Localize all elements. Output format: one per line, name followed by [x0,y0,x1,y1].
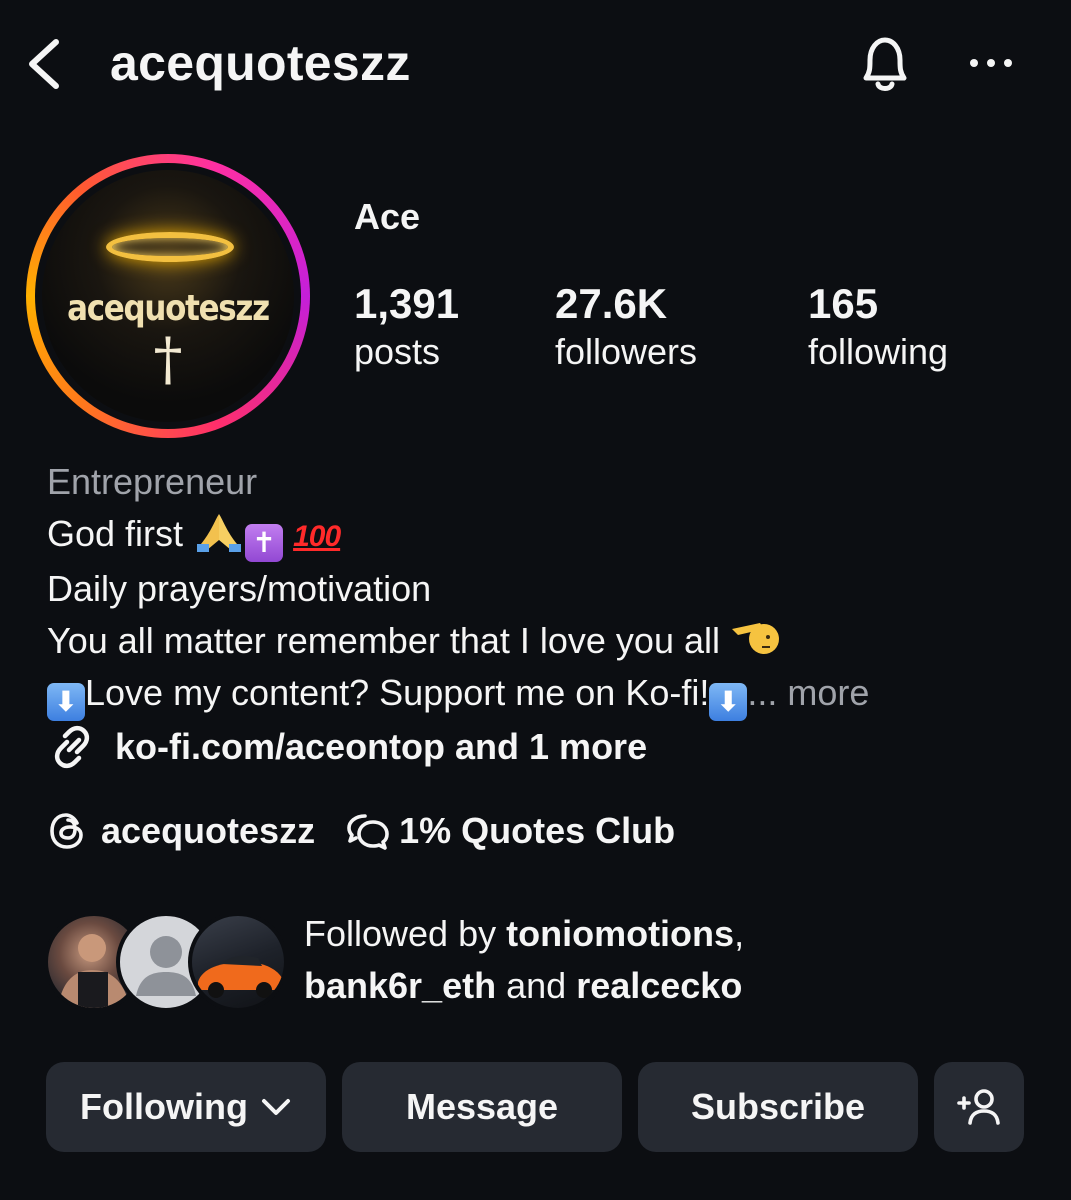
bio-line: You all matter remember that I love you … [47,615,869,667]
separator: , [734,913,745,954]
posts-count: 1,391 [354,280,460,327]
followed-by-line: Followed by toniomotions, [304,908,744,960]
category-label: Entrepreneur [47,461,258,502]
display-name: Ace [354,196,421,237]
profile-avatar[interactable]: acequoteszz † [26,154,310,438]
followers-count: 27.6K [555,280,668,327]
bio-line: God first ✝ 100 [47,508,869,563]
message-button-label: Message [405,1086,559,1127]
followed-by-text[interactable]: Followed by toniomotions, bank6r_eth and… [304,908,744,1012]
halo-graphic [106,232,234,262]
hundred-points-icon: 100 [293,520,341,553]
add-person-icon [957,1089,1000,1125]
threads-icon [50,813,83,849]
suggested-users-button[interactable] [934,1062,1024,1152]
following-button[interactable]: Following [46,1062,326,1152]
followers-label: followers [555,331,698,372]
latin-cross-icon: ✝ [245,524,284,562]
saluting-face-icon [732,623,780,654]
link-text: ko-fi.com/aceontop and 1 more [115,726,648,767]
bio-text: God first [47,513,184,554]
followed-by-prefix: Followed by [304,913,497,954]
down-arrow-icon: ⬇ [709,683,748,721]
follower-username: realcecko [576,965,743,1006]
notification-bell-icon[interactable] [852,30,918,98]
and-text: and [506,965,567,1006]
following-count: 165 [808,280,879,327]
praying-hands-icon [197,514,242,552]
bio-line: Daily prayers/motivation [47,568,432,609]
following-label: following [808,331,949,372]
subscribe-button[interactable]: Subscribe [638,1062,918,1152]
back-arrow-icon[interactable] [22,36,66,92]
follower-avatar[interactable] [188,912,288,1012]
more-options-icon[interactable] [966,50,1016,76]
bio-text: Love my content? Support me on Ko-fi! [85,672,710,713]
threads-handle[interactable]: acequoteszz [101,810,315,852]
chevron-down-icon [261,1099,290,1115]
follower-username: toniomotions [506,913,735,954]
following-button-label: Following [80,1086,248,1127]
bio-text: You all matter remember that I love you … [47,620,720,661]
posts-label: posts [354,331,441,372]
down-arrow-icon: ⬇ [47,683,85,721]
link-icon [54,725,90,769]
page-title: acequoteszz [110,35,411,91]
followed-by-line: bank6r_eth and realcecko [304,960,744,1012]
channel-name[interactable]: 1% Quotes Club [399,810,675,852]
message-button[interactable]: Message [342,1062,622,1152]
followers-stat[interactable]: 27.6K followers [555,280,697,376]
car-photo-icon [198,956,282,998]
cross-icon: † [153,325,183,393]
external-link[interactable]: ko-fi.com/aceontop and 1 more [47,722,647,772]
avatar-text: acequoteszz [67,288,270,329]
avatar-image: acequoteszz † [42,170,294,422]
subscribe-button-label: Subscribe [690,1086,866,1127]
threads-row: acequoteszz 1% Quotes Club [47,810,675,852]
follower-username: bank6r_eth [304,965,497,1006]
bio[interactable]: Entrepreneur God first ✝ 100 Daily praye… [47,456,869,721]
bio-line: ⬇ Love my content? Support me on Ko-fi! ⬇.… [47,667,869,721]
broadcast-channel-icon [347,814,389,850]
more-link[interactable]: ... more [747,672,869,713]
posts-stat[interactable]: 1,391 posts [354,280,459,376]
following-stat[interactable]: 165 following [808,280,948,376]
